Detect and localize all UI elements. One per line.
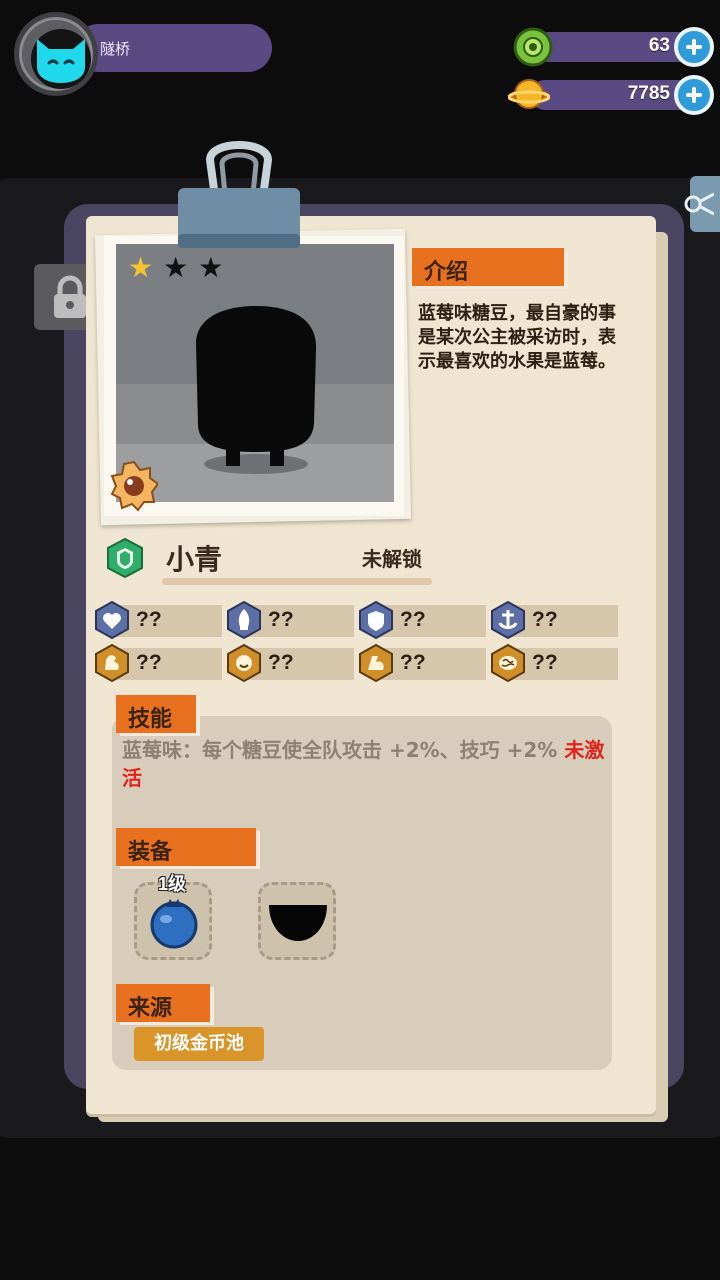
name-underline bbox=[162, 578, 432, 585]
stat-attack: ?? bbox=[226, 601, 354, 639]
brain-icon bbox=[491, 644, 525, 682]
stat-anchor: ?? bbox=[490, 601, 618, 639]
shield-icon bbox=[107, 537, 143, 579]
stat-value: ?? bbox=[268, 651, 294, 674]
stat-charm: ?? bbox=[226, 644, 354, 682]
avatar[interactable] bbox=[14, 12, 98, 96]
stat-defense: ?? bbox=[358, 601, 486, 639]
player-badge[interactable] bbox=[14, 12, 272, 102]
intro-text: 蓝莓味糖豆，最自豪的事是某次公主被采访时，表示最喜欢的水果是蓝莓。 bbox=[418, 303, 616, 372]
skill-tag: 技能 bbox=[116, 695, 196, 733]
equipment-slot-2[interactable] bbox=[258, 882, 336, 960]
player-name: 隧桥 bbox=[100, 40, 131, 58]
flame-icon bbox=[227, 601, 261, 639]
source-tag: 来源 bbox=[116, 984, 210, 1022]
stat-value: ?? bbox=[400, 608, 426, 631]
scissors-icon bbox=[684, 192, 714, 216]
gem-count: 63 bbox=[648, 35, 670, 56]
blueberry-icon bbox=[150, 899, 198, 949]
equipment-level: 1级 bbox=[158, 874, 187, 894]
anchor-icon bbox=[491, 601, 525, 639]
shield-icon bbox=[359, 601, 393, 639]
green-gem-icon bbox=[513, 27, 553, 67]
star-rating: ★ ★ ★ bbox=[128, 254, 223, 282]
add-gems-button[interactable] bbox=[674, 27, 714, 67]
heart-shield-icon bbox=[95, 601, 129, 639]
stat-strength: ?? bbox=[94, 644, 222, 682]
skill-description: 蓝莓味：每个糖豆使全队攻击 +2%、技巧 +2% 未激活 bbox=[122, 736, 608, 792]
coin-count: 7785 bbox=[627, 83, 670, 104]
stat-intellect: ?? bbox=[490, 644, 618, 682]
stat-value: ?? bbox=[400, 651, 426, 674]
smile-icon bbox=[227, 644, 261, 682]
star-empty-icon: ★ bbox=[163, 251, 189, 284]
character-silhouette bbox=[196, 306, 317, 474]
stat-value: ?? bbox=[268, 608, 294, 631]
arm-icon bbox=[359, 644, 393, 682]
stat-value: ?? bbox=[532, 608, 558, 631]
cat-avatar-icon bbox=[37, 39, 85, 83]
lock-status: 未解锁 bbox=[362, 547, 422, 571]
equipment-tag: 装备 bbox=[116, 828, 256, 866]
currency-coins: 7785 bbox=[508, 75, 716, 116]
character-name: 小青 bbox=[166, 543, 223, 576]
gold-planet-icon bbox=[508, 79, 550, 109]
stat-value: ?? bbox=[136, 651, 162, 674]
stat-hp: ?? bbox=[94, 601, 222, 639]
stat-power: ?? bbox=[358, 644, 486, 682]
star-empty-icon: ★ bbox=[198, 251, 224, 284]
currency-gems: 63 bbox=[512, 27, 716, 68]
cookie-badge-icon bbox=[110, 460, 158, 512]
add-coins-button[interactable] bbox=[674, 75, 714, 115]
intro-tag: 介绍 bbox=[412, 248, 564, 286]
stat-value: ?? bbox=[136, 608, 162, 631]
bowl-silhouette-icon bbox=[269, 905, 327, 941]
skill-text: 蓝莓味：每个糖豆使全队攻击 +2%、技巧 +2% bbox=[122, 738, 565, 762]
star-filled-icon: ★ bbox=[128, 251, 154, 284]
side-tab[interactable] bbox=[684, 176, 720, 232]
binder-clip-icon bbox=[178, 141, 300, 248]
stat-value: ?? bbox=[532, 651, 558, 674]
source-button[interactable]: 初级金币池 bbox=[134, 1027, 264, 1061]
muscle-icon bbox=[95, 644, 129, 682]
